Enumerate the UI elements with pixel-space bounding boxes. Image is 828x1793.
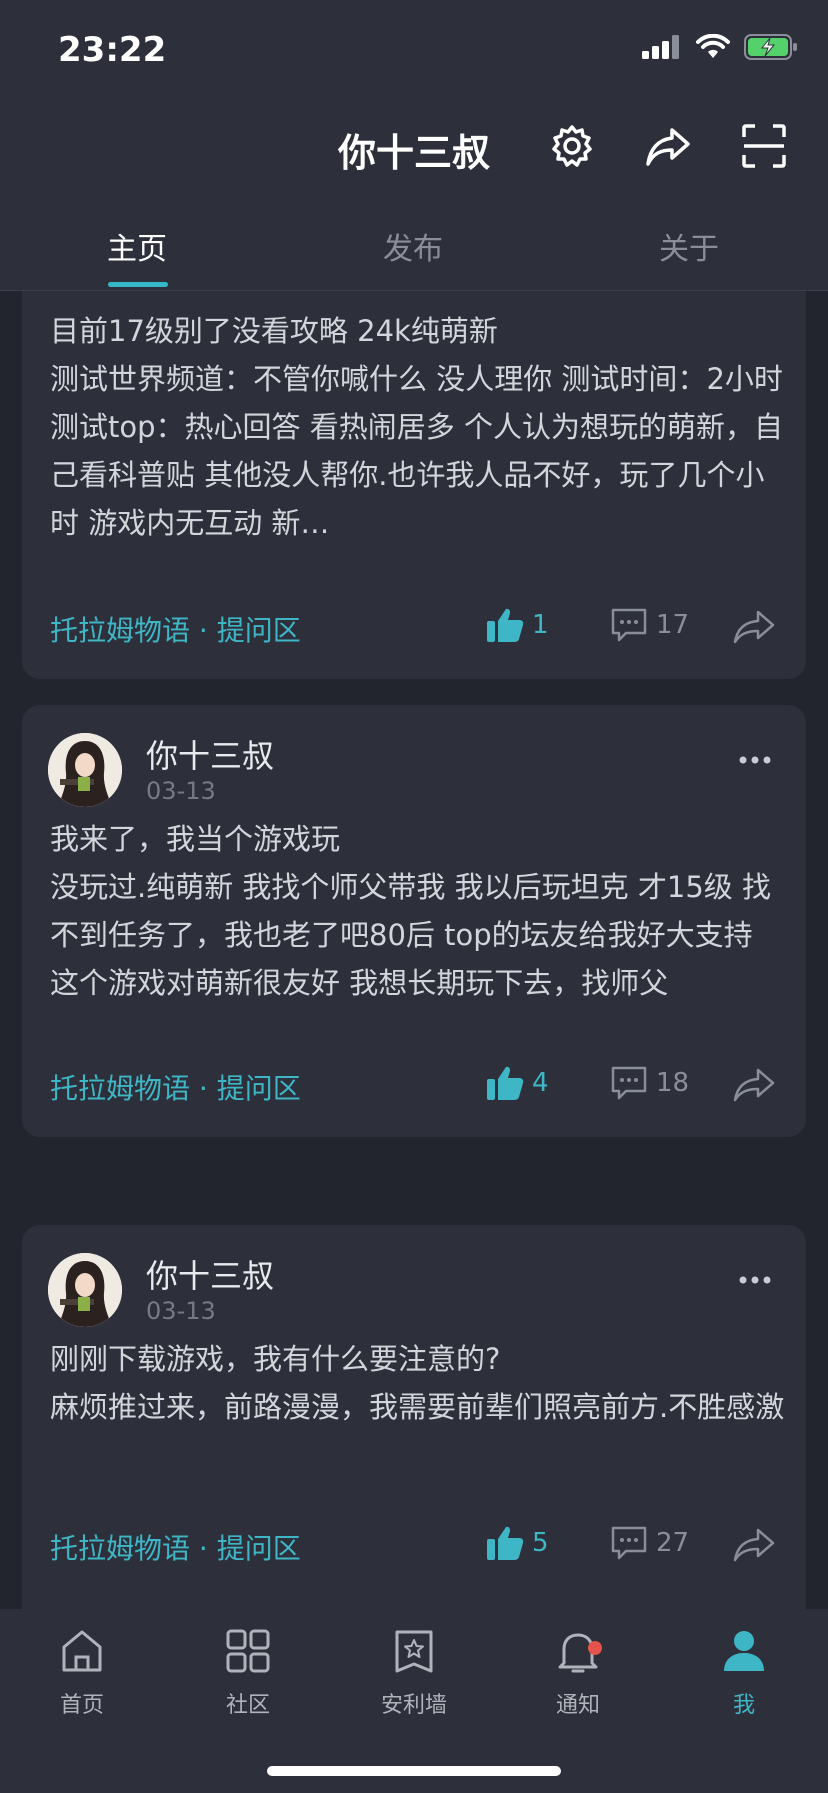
like-button[interactable]: 5 bbox=[486, 1525, 549, 1561]
topic-link[interactable]: 托拉姆物语 · 提问区 bbox=[50, 609, 301, 649]
home-icon bbox=[62, 1630, 102, 1672]
thumbs-up-icon bbox=[487, 1066, 524, 1100]
topic-link[interactable]: 托拉姆物语 · 提问区 bbox=[50, 1067, 301, 1107]
nav-item-me[interactable]: 我 bbox=[684, 1627, 804, 1719]
post-feed[interactable]: 目前17级别了没看攻略 24k纯萌新 测试世界频道：不管你喊什么 没人理你 测试… bbox=[0, 291, 828, 1609]
more-options-icon[interactable] bbox=[738, 755, 772, 765]
tab-home[interactable]: 主页 bbox=[57, 224, 217, 268]
home-indicator[interactable] bbox=[267, 1766, 561, 1776]
share-icon[interactable] bbox=[732, 1067, 776, 1103]
post-footer: 托拉姆物语 · 提问区 4 18 bbox=[22, 1061, 806, 1111]
user-icon bbox=[724, 1631, 764, 1671]
nav-item-home[interactable]: 首页 bbox=[22, 1627, 142, 1719]
like-count: 1 bbox=[532, 610, 549, 640]
post-title-line: 我来了，我当个游戏玩 bbox=[50, 822, 341, 856]
post-content: 没玩过.纯萌新 我找个师父带我 我以后玩坦克 才15级 找不到任务了，我也老了吧… bbox=[50, 870, 771, 1000]
notification-badge bbox=[588, 1641, 602, 1655]
author-name[interactable]: 你十三叔 bbox=[146, 731, 274, 777]
topic-link[interactable]: 托拉姆物语 · 提问区 bbox=[50, 1527, 301, 1567]
nav-label: 我 bbox=[732, 1693, 755, 1718]
post-title-line: 目前17级别了没看攻略 24k纯萌新 bbox=[50, 314, 498, 348]
profile-tabs: 主页 发布 关于 bbox=[0, 194, 828, 291]
signal-icon bbox=[642, 35, 679, 59]
post-footer: 托拉姆物语 · 提问区 5 27 bbox=[22, 1521, 806, 1571]
page-title: 你十三叔 bbox=[338, 131, 491, 175]
comment-icon bbox=[611, 1526, 647, 1560]
like-count: 4 bbox=[532, 1068, 549, 1098]
comment-button[interactable]: 27 bbox=[610, 1525, 689, 1561]
post-body[interactable]: 我来了，我当个游戏玩 没玩过.纯萌新 我找个师父带我 我以后玩坦克 才15级 找… bbox=[50, 815, 790, 1007]
thumbs-up-icon bbox=[487, 608, 524, 642]
post-card[interactable]: 你十三叔 03-13 刚刚下载游戏，我有什么要注意的? 麻烦推过来，前路漫漫，我… bbox=[22, 1225, 806, 1609]
wifi-icon bbox=[696, 34, 730, 58]
post-content: 麻烦推过来，前路漫漫，我需要前辈们照亮前方.不胜感激 bbox=[50, 1390, 785, 1424]
avatar-image bbox=[48, 733, 122, 807]
comment-count: 18 bbox=[656, 1068, 690, 1098]
share-icon[interactable] bbox=[732, 1527, 776, 1563]
nav-label: 通知 bbox=[555, 1693, 600, 1718]
post-content: 测试世界频道：不管你喊什么 没人理你 测试时间：2小时 测试top：热心回答 看… bbox=[50, 362, 783, 540]
nav-item-recommend-wall[interactable]: 安利墙 bbox=[354, 1627, 474, 1719]
more-options-icon[interactable] bbox=[738, 1275, 772, 1285]
active-tab-indicator bbox=[108, 282, 168, 287]
post-card[interactable]: 你十三叔 03-13 我来了，我当个游戏玩 没玩过.纯萌新 我找个师父带我 我以… bbox=[22, 705, 806, 1137]
star-badge-icon bbox=[395, 1630, 433, 1673]
post-date: 03-13 bbox=[146, 1297, 216, 1325]
comment-button[interactable]: 18 bbox=[610, 1065, 689, 1101]
comment-count: 27 bbox=[656, 1528, 690, 1558]
avatar[interactable] bbox=[48, 733, 122, 807]
nav-label: 社区 bbox=[225, 1693, 270, 1718]
tab-posts[interactable]: 发布 bbox=[333, 224, 493, 268]
share-icon[interactable] bbox=[732, 609, 776, 645]
nav-item-notifications[interactable]: 通知 bbox=[518, 1627, 638, 1719]
battery-charging-icon bbox=[744, 34, 797, 60]
nav-item-community[interactable]: 社区 bbox=[188, 1627, 308, 1719]
like-button[interactable]: 1 bbox=[486, 607, 549, 643]
author-name[interactable]: 你十三叔 bbox=[146, 1251, 274, 1297]
avatar-image bbox=[48, 1253, 122, 1327]
post-date: 03-13 bbox=[146, 777, 216, 805]
grid-icon bbox=[226, 1629, 270, 1673]
post-body[interactable]: 目前17级别了没看攻略 24k纯萌新 测试世界频道：不管你喊什么 没人理你 测试… bbox=[50, 307, 790, 547]
status-icons bbox=[642, 34, 798, 60]
nav-label: 首页 bbox=[59, 1693, 104, 1718]
scan-icon[interactable] bbox=[740, 122, 788, 170]
like-count: 5 bbox=[532, 1528, 549, 1558]
avatar[interactable] bbox=[48, 1253, 122, 1327]
comment-icon bbox=[611, 1066, 647, 1100]
thumbs-up-icon bbox=[487, 1526, 524, 1560]
post-title-line: 刚刚下载游戏，我有什么要注意的? bbox=[50, 1342, 501, 1376]
comment-button[interactable]: 17 bbox=[610, 607, 689, 643]
post-footer: 托拉姆物语 · 提问区 1 17 bbox=[22, 603, 806, 653]
post-card[interactable]: 目前17级别了没看攻略 24k纯萌新 测试世界频道：不管你喊什么 没人理你 测试… bbox=[22, 291, 806, 679]
post-body[interactable]: 刚刚下载游戏，我有什么要注意的? 麻烦推过来，前路漫漫，我需要前辈们照亮前方.不… bbox=[50, 1335, 790, 1431]
comment-count: 17 bbox=[656, 610, 690, 640]
status-bar: 23:22 bbox=[0, 0, 828, 100]
share-icon[interactable] bbox=[644, 122, 692, 170]
comment-icon bbox=[611, 608, 647, 642]
nav-label: 安利墙 bbox=[380, 1693, 447, 1718]
status-time: 23:22 bbox=[58, 30, 167, 70]
tab-about[interactable]: 关于 bbox=[609, 224, 769, 268]
profile-header: 你十三叔 bbox=[0, 100, 828, 194]
like-button[interactable]: 4 bbox=[486, 1065, 549, 1101]
gear-icon[interactable] bbox=[548, 122, 596, 170]
